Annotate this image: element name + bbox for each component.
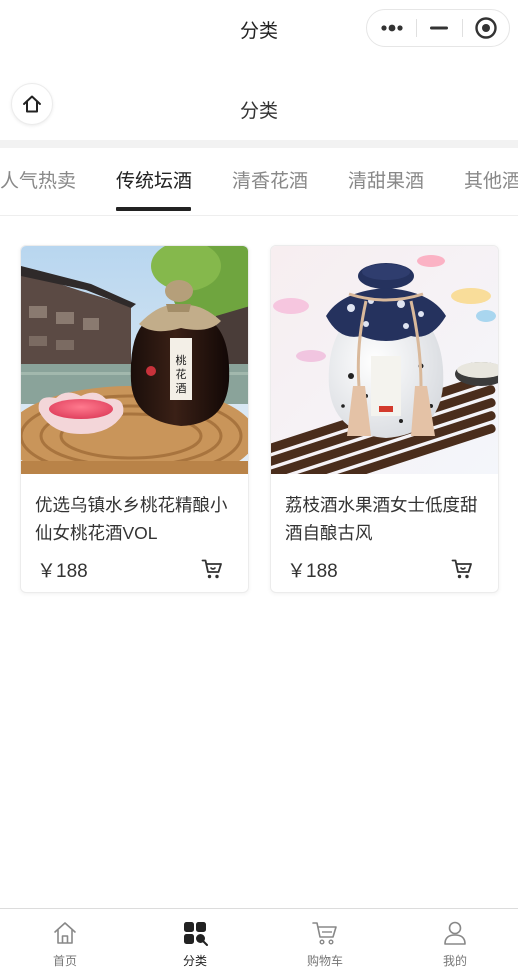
add-to-cart-button[interactable] <box>451 558 473 585</box>
bottom-tab-bar: 首页 分类 购物车 我的 <box>0 908 518 975</box>
add-to-cart-button[interactable] <box>201 558 223 585</box>
section-divider <box>0 140 518 148</box>
navigation-bar: 分类 <box>0 0 518 60</box>
tabbar-item-home[interactable]: 首页 <box>0 909 130 975</box>
tabbar-label: 分类 <box>182 954 207 968</box>
tab-other-wine[interactable]: 其他酒 <box>464 166 518 193</box>
product-image[interactable]: 桃 花 酒 <box>21 246 248 474</box>
category-icon <box>184 922 208 946</box>
tab-fruit-wine[interactable]: 清甜果酒 <box>348 166 424 193</box>
svg-text:花: 花 <box>176 368 187 381</box>
tabbar-label: 我的 <box>442 954 467 968</box>
product-image[interactable] <box>271 246 498 474</box>
target-close-icon <box>475 17 497 39</box>
home-icon <box>54 922 76 944</box>
svg-text:桃: 桃 <box>176 353 187 367</box>
more-dots-icon <box>381 24 403 32</box>
tab-traditional-jar-wine[interactable]: 传统坛酒 <box>116 166 192 193</box>
cart-icon <box>312 922 337 945</box>
peach-blossom-wine-photo: 桃 花 酒 <box>21 246 248 474</box>
category-tabs: 人气热卖 传统坛酒 清香花酒 清甜果酒 其他酒 <box>0 148 518 216</box>
more-options-button[interactable] <box>367 10 417 46</box>
user-icon <box>444 921 466 945</box>
active-tab-indicator <box>116 207 191 211</box>
page-header: 分类 <box>0 80 518 136</box>
cart-icon <box>451 559 472 579</box>
product-name[interactable]: 优选乌镇水乡桃花精酿小仙女桃花酒VOL <box>35 491 235 547</box>
tab-popular[interactable]: 人气热卖 <box>0 166 76 193</box>
tabbar-label: 购物车 <box>306 954 343 968</box>
tabbar-item-profile[interactable]: 我的 <box>390 909 518 975</box>
tabbar-label: 首页 <box>52 954 77 968</box>
minimize-button[interactable] <box>417 10 461 46</box>
menu-capsule <box>366 9 510 47</box>
close-miniprogram-button[interactable] <box>463 10 509 46</box>
lychee-wine-photo <box>271 246 498 474</box>
product-card[interactable]: 桃 花 酒 优选乌镇水乡桃花精酿小仙女桃花酒VOL ￥188 <box>20 245 249 593</box>
minus-icon <box>430 26 448 30</box>
cart-icon <box>201 559 222 579</box>
tabbar-item-cart[interactable]: 购物车 <box>260 909 390 975</box>
page-title: 分类 <box>239 101 278 122</box>
product-price: ￥188 <box>287 561 338 582</box>
product-name[interactable]: 荔枝酒水果酒女士低度甜酒自酿古风 <box>285 491 485 547</box>
tab-flower-wine[interactable]: 清香花酒 <box>232 166 308 193</box>
tabbar-item-category[interactable]: 分类 <box>130 909 260 975</box>
svg-text:酒: 酒 <box>176 382 187 395</box>
product-price: ￥188 <box>37 561 88 582</box>
product-card[interactable]: 荔枝酒水果酒女士低度甜酒自酿古风 ￥188 <box>270 245 499 593</box>
